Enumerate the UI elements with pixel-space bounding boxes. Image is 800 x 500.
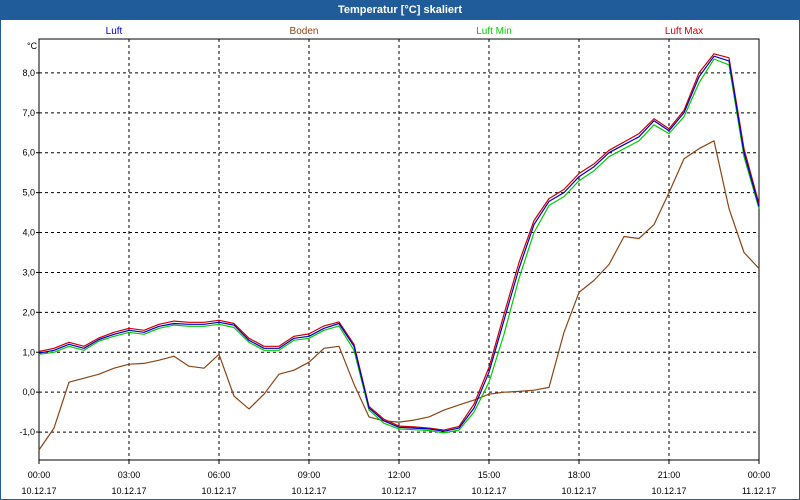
x-tick-date: 11.12.17	[742, 486, 776, 496]
x-tick-time: 09:00	[298, 470, 321, 480]
legend: Luft Boden Luft Min Luft Max	[106, 26, 704, 37]
grid-lines	[39, 39, 759, 460]
y-tick-labels: -1,0 0,0 1,0 2,0 3,0 4,0 5,0 6,0 7,0 8,0	[19, 68, 35, 437]
x-tick-time: 12:00	[388, 470, 411, 480]
y-tick-label: 2,0	[22, 307, 35, 317]
x-tick-time: 21:00	[658, 470, 681, 480]
y-tick-label: 0,0	[22, 387, 35, 397]
temperature-chart: -1,0 0,0 1,0 2,0 3,0 4,0 5,0 6,0 7,0 8,0 00:00 10.…	[19, 26, 776, 496]
x-tick-time: 15:00	[478, 470, 501, 480]
y-tick-label: 7,0	[22, 108, 35, 118]
y-axis-unit: °C	[27, 41, 38, 51]
legend-entry-luft-max: Luft Max	[665, 26, 703, 37]
series-line-luft-max	[38, 53, 760, 431]
x-tick-time: 00:00	[28, 470, 51, 480]
x-tick-date: 10.12.17	[111, 486, 146, 496]
series-line-boden	[38, 140, 760, 451]
y-tick-label: 8,0	[22, 68, 35, 78]
x-tick-date: 10.12.17	[561, 486, 596, 496]
x-tick-date: 10.12.17	[201, 486, 236, 496]
legend-entry-boden: Boden	[290, 26, 319, 37]
x-tick-date: 10.12.17	[381, 486, 416, 496]
legend-entry-luft-min: Luft Min	[476, 26, 512, 37]
y-tick-label: 3,0	[22, 267, 35, 277]
x-tick-time: 00:00	[748, 470, 771, 480]
legend-entry-luft: Luft	[106, 26, 123, 37]
x-tick-labels: 00:00 10.12.17 03:00 10.12.17 06:00 10.12.17 0…	[21, 470, 776, 496]
x-tick-time: 06:00	[208, 470, 231, 480]
y-tick-label: 1,0	[22, 347, 35, 357]
chart-window: Temperatur [°C] skaliert -1,0 0,0 1,0 2,0 3,…	[0, 0, 800, 500]
x-tick-time: 03:00	[118, 470, 141, 480]
x-tick-date: 10.12.17	[651, 486, 686, 496]
y-tick-label: 6,0	[22, 148, 35, 158]
axes	[36, 38, 760, 464]
y-tick-label: 4,0	[22, 228, 35, 238]
x-tick-date: 10.12.17	[471, 486, 506, 496]
y-tick-label: -1,0	[19, 427, 35, 437]
x-tick-time: 18:00	[568, 470, 591, 480]
y-tick-label: 5,0	[22, 188, 35, 198]
x-tick-date: 10.12.17	[21, 486, 56, 496]
x-tick-date: 10.12.17	[291, 486, 326, 496]
